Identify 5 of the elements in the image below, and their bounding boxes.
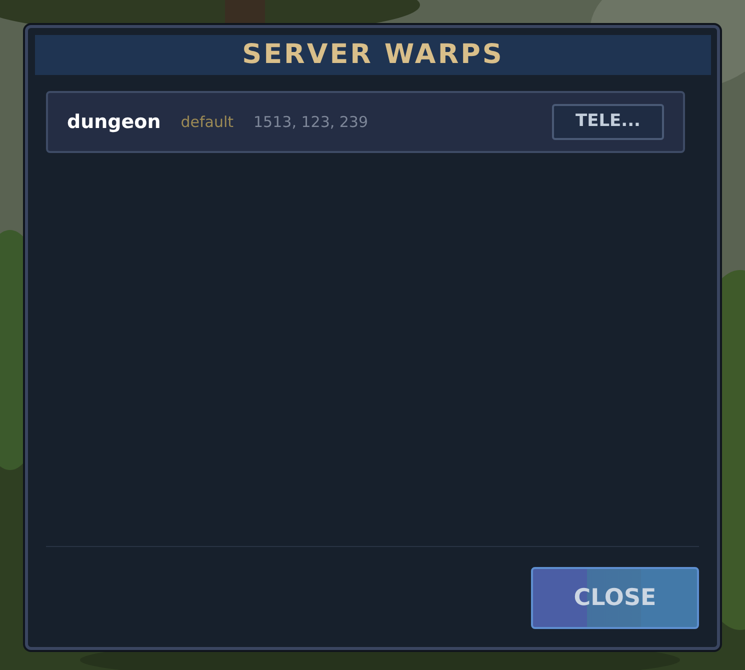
- warp-name: dungeon: [67, 110, 161, 135]
- warp-category: default: [180, 112, 234, 133]
- warp-coordinates: 1513, 123, 239: [254, 112, 368, 133]
- dialog-title: SERVER WARPS: [35, 35, 711, 75]
- teleport-button[interactable]: TELE...: [552, 104, 664, 140]
